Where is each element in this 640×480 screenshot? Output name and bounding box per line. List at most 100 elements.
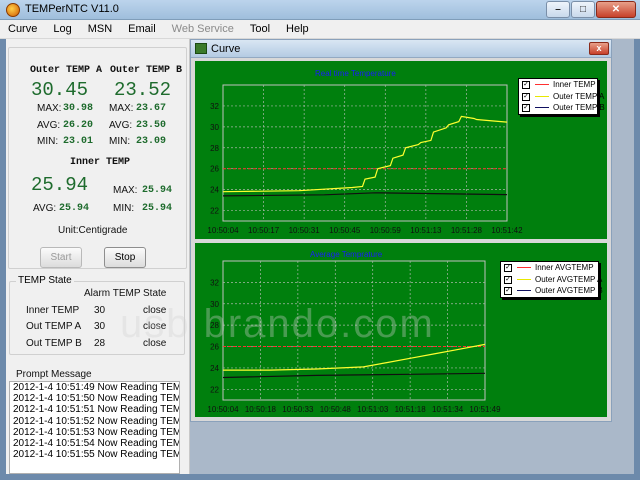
stop-button[interactable]: Stop — [104, 247, 146, 268]
menu-msn[interactable]: MSN — [80, 20, 120, 38]
plot-frame — [222, 260, 486, 401]
start-button[interactable]: Start — [40, 247, 82, 268]
outer-a-heading: Outer TEMP A — [30, 65, 103, 76]
y-tick-label: 30 — [210, 300, 219, 309]
alarm-temp-header: Alarm TEMP — [84, 288, 141, 299]
outer-b-heading: Outer TEMP B — [110, 65, 183, 76]
state-row-state: close — [143, 321, 167, 332]
x-tick-label: 10:50:04 — [207, 405, 239, 414]
x-tick-label: 10:50:48 — [320, 405, 352, 414]
outer-a-max-label: MAX: — [37, 103, 62, 114]
app-icon — [6, 3, 20, 17]
state-row-name: Out TEMP B — [26, 338, 82, 349]
x-tick-label: 10:51:13 — [410, 226, 442, 235]
menu-web-service[interactable]: Web Service — [164, 20, 242, 38]
checkbox-icon[interactable]: ✓ — [522, 92, 530, 101]
curve-window: Curve x Real time Temperature 22 24 26 28 30… — [190, 39, 612, 422]
checkbox-icon[interactable]: ✓ — [522, 81, 530, 89]
outer-a-avg: 26.20 — [63, 120, 94, 131]
state-row-alarm: 30 — [94, 321, 106, 332]
x-tick-label: 10:50:33 — [282, 405, 314, 414]
outer-a-current: 30.45 — [31, 79, 89, 101]
legend-swatch — [535, 84, 549, 85]
x-tick-label: 10:50:31 — [289, 226, 321, 235]
outer-b-min: 23.09 — [136, 136, 167, 147]
curve-window-titlebar[interactable]: Curve x — [191, 40, 611, 58]
maximize-button[interactable]: □ — [571, 1, 595, 18]
temp-state-title: TEMP State — [16, 275, 74, 286]
inner-max-label: MAX: — [113, 185, 138, 196]
x-tick-label: 10:51:03 — [357, 405, 389, 414]
state-row-state: close — [143, 338, 167, 349]
state-row-state: close — [143, 305, 167, 316]
menu-curve[interactable]: Curve — [0, 20, 45, 38]
y-tick-label: 26 — [210, 165, 219, 174]
y-tick-label: 30 — [210, 123, 219, 132]
prompt-message-title: Prompt Message — [16, 369, 92, 380]
legend-item[interactable]: ✓ Outer AVGTEMP B — [501, 285, 603, 297]
window-controls: – □ ✕ — [546, 1, 636, 18]
inner-avg-label: AVG: — [33, 203, 57, 214]
chart-icon — [195, 43, 207, 54]
legend-label: Inner AVGTEMP — [535, 263, 594, 272]
y-tick-label: 28 — [210, 321, 219, 330]
unit-label: Unit:Centigrade — [58, 225, 128, 236]
legend-item[interactable]: ✓ Outer TEMP A — [519, 91, 604, 103]
x-tick-label: 10:50:04 — [207, 226, 239, 235]
legend-item[interactable]: ✓ Outer TEMP B — [519, 102, 605, 114]
menu-tool[interactable]: Tool — [242, 20, 278, 38]
inner-current: 25.94 — [31, 174, 89, 196]
y-tick-label: 22 — [210, 207, 219, 216]
x-tick-label: 10:51:49 — [469, 405, 501, 414]
y-tick-label: 32 — [210, 102, 219, 111]
window-title: TEMPerNTC V11.0 — [25, 3, 119, 15]
chart-legend: ✓ Inner TEMP ✓ Outer TEMP A ✓ Outer TEMP… — [518, 78, 605, 115]
outer-b-avg-label: AVG: — [109, 120, 133, 131]
x-tick-label: 10:51:42 — [491, 226, 523, 235]
legend-swatch — [517, 290, 531, 291]
curve-close-button[interactable]: x — [589, 42, 609, 55]
state-row-alarm: 30 — [94, 305, 106, 316]
legend-swatch — [517, 267, 531, 268]
y-tick-label: 26 — [210, 343, 219, 352]
series-line — [223, 343, 486, 371]
minimize-button[interactable]: – — [546, 1, 570, 18]
menu-log[interactable]: Log — [45, 20, 79, 38]
prompt-message-log[interactable]: 2012-1-4 10:51:49 Now Reading TEMP 2012-… — [9, 381, 180, 474]
outer-a-min-label: MIN: — [37, 136, 59, 147]
close-button[interactable]: ✕ — [596, 1, 636, 18]
legend-item[interactable]: ✓ Inner AVGTEMP — [501, 262, 598, 274]
series-line — [222, 115, 508, 193]
average-chart: Average Temprature 22 24 26 28 30 32 10:50:04 1… — [194, 242, 608, 418]
log-line: 2012-1-4 10:51:51 Now Reading TEMP — [13, 404, 180, 416]
inner-min: 25.94 — [142, 203, 173, 214]
legend-label: Outer TEMP B — [553, 103, 605, 112]
x-tick-label: 10:50:17 — [248, 226, 280, 235]
inner-max: 25.94 — [142, 185, 173, 196]
checkbox-icon[interactable]: ✓ — [522, 104, 530, 112]
menu-help[interactable]: Help — [278, 20, 317, 38]
log-line: 2012-1-4 10:51:54 Now Reading TEMP — [13, 438, 180, 450]
inner-avg: 25.94 — [59, 203, 90, 214]
outer-b-max: 23.67 — [136, 103, 167, 114]
checkbox-icon[interactable]: ✓ — [504, 275, 512, 284]
legend-item[interactable]: ✓ Outer AVGTEMP A — [501, 274, 602, 286]
legend-swatch — [535, 107, 549, 108]
log-line: 2012-1-4 10:51:49 Now Reading TEMP — [13, 382, 180, 393]
legend-label: Outer AVGTEMP A — [535, 274, 603, 284]
x-tick-label: 10:51:34 — [432, 405, 464, 414]
state-row-name: Inner TEMP — [26, 305, 80, 316]
y-tick-label: 28 — [210, 144, 219, 153]
y-tick-label: 24 — [210, 186, 219, 195]
checkbox-icon[interactable]: ✓ — [504, 264, 512, 272]
plot-frame — [222, 84, 508, 222]
menu-email[interactable]: Email — [120, 20, 164, 38]
legend-swatch — [517, 278, 531, 280]
y-tick-label: 24 — [210, 364, 219, 373]
legend-swatch — [535, 95, 549, 97]
state-header: State — [143, 288, 167, 299]
x-tick-label: 10:50:59 — [370, 226, 402, 235]
legend-item[interactable]: ✓ Inner TEMP — [519, 79, 597, 91]
x-tick-label: 10:51:18 — [395, 405, 427, 414]
checkbox-icon[interactable]: ✓ — [504, 287, 512, 295]
